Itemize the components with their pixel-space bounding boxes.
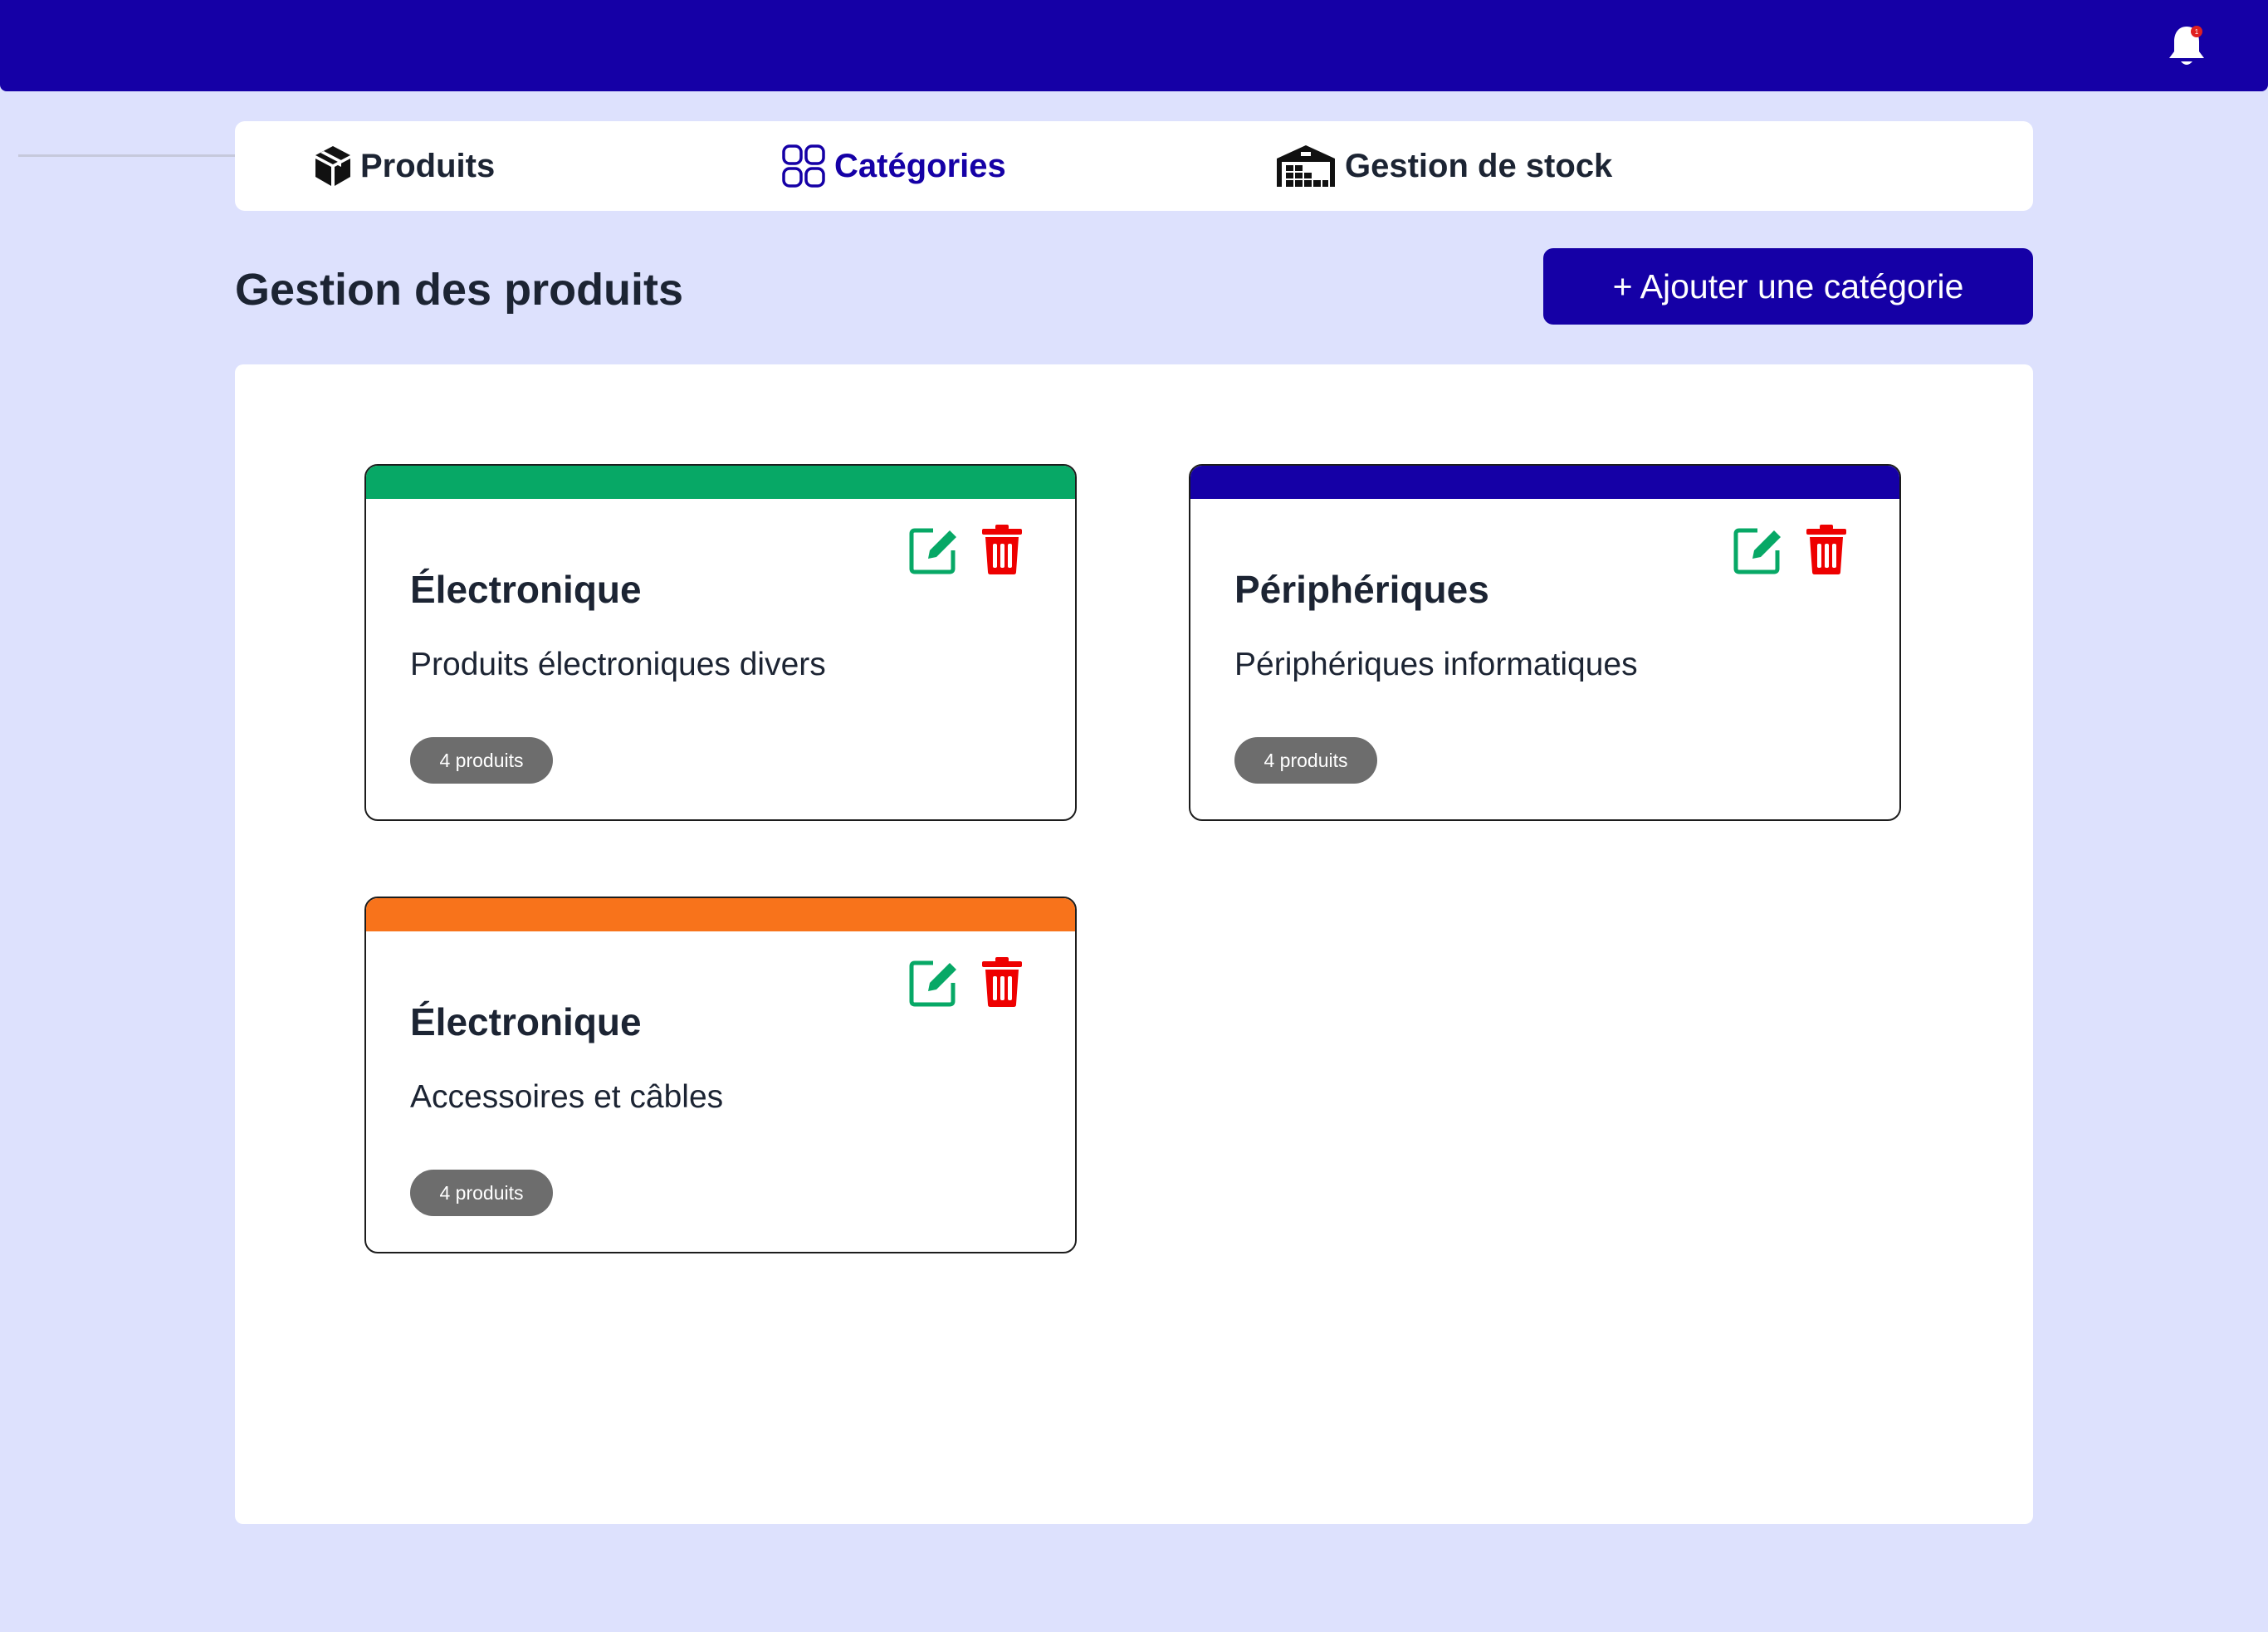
add-category-button[interactable]: + Ajouter une catégorie	[1543, 248, 2033, 325]
svg-text:1: 1	[2195, 28, 2199, 36]
product-count-badge: 4 produits	[410, 737, 553, 784]
tab-label: Produits	[360, 147, 496, 184]
tab-produits[interactable]: Produits	[314, 121, 495, 211]
tab-gestion-stock[interactable]: Gestion de stock	[1275, 121, 1612, 211]
sidebar-divider	[18, 154, 236, 157]
product-count-badge: 4 produits	[1234, 737, 1377, 784]
page-title: Gestion des produits	[235, 265, 684, 315]
category-description: Périphériques informatiques	[1234, 647, 1638, 682]
category-name: Périphériques	[1234, 568, 1489, 611]
tab-label: Catégories	[834, 147, 1006, 184]
categories-panel: Électronique Produits électroniques dive…	[235, 364, 2033, 1524]
category-card: Électronique Produits électroniques dive…	[364, 464, 1077, 821]
category-description: Accessoires et câbles	[410, 1079, 724, 1115]
trash-icon[interactable]	[980, 956, 1024, 1008]
category-card: Électronique Accessoires et câbles 4 pro…	[364, 897, 1077, 1253]
product-count-badge: 4 produits	[410, 1170, 553, 1216]
grid-icon	[781, 144, 826, 188]
trash-icon[interactable]	[1805, 524, 1848, 575]
category-card: Périphériques Périphériques informatique…	[1189, 464, 1901, 821]
card-color-band	[366, 898, 1075, 931]
card-color-band	[1190, 466, 1899, 499]
edit-icon[interactable]	[1733, 524, 1784, 575]
category-description: Produits électroniques divers	[410, 647, 826, 682]
bell-icon[interactable]: 1	[2167, 23, 2207, 70]
category-name: Électronique	[410, 568, 642, 611]
tab-categories[interactable]: Catégories	[781, 121, 1006, 211]
edit-icon[interactable]	[908, 956, 960, 1008]
card-color-band	[366, 466, 1075, 499]
top-bar: 1	[0, 0, 2268, 91]
edit-icon[interactable]	[908, 524, 960, 575]
trash-icon[interactable]	[980, 524, 1024, 575]
box-icon	[314, 144, 352, 188]
warehouse-icon	[1275, 144, 1337, 188]
tab-label: Gestion de stock	[1345, 147, 1613, 184]
tab-bar: Produits Catégories Gestion de stock	[235, 121, 2033, 211]
category-name: Électronique	[410, 1000, 642, 1043]
